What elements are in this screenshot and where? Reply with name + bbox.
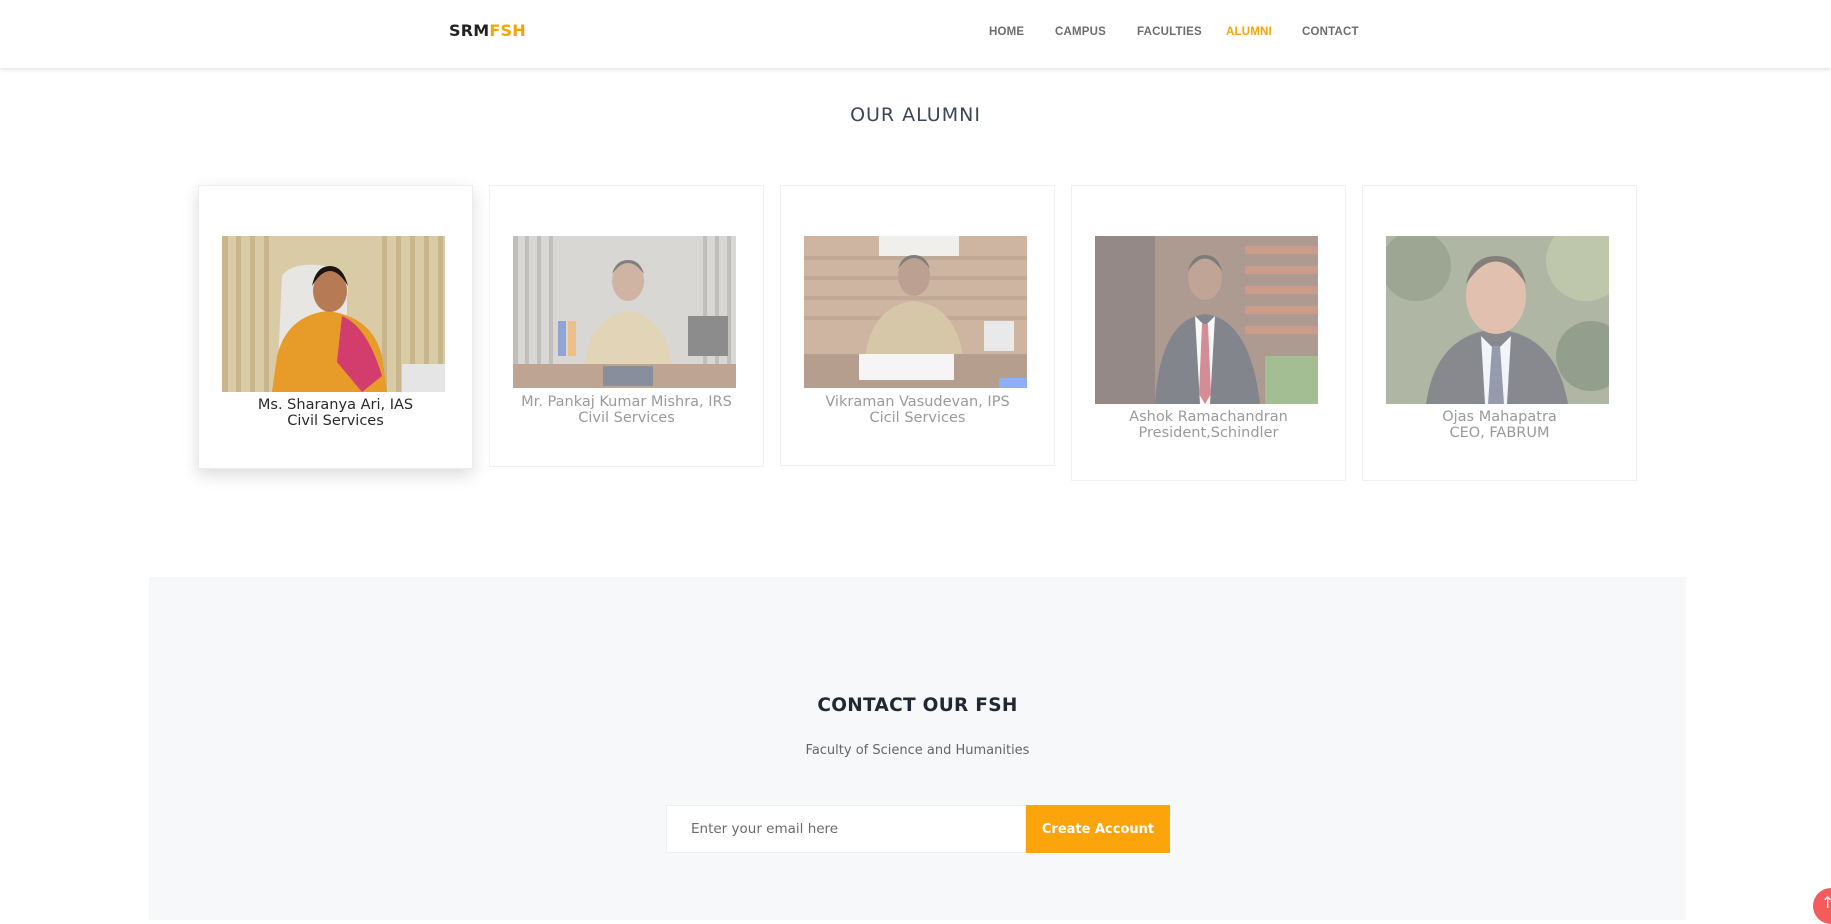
nav-home[interactable]: HOME — [989, 26, 1024, 38]
nav-faculties[interactable]: FACULTIES — [1137, 26, 1202, 38]
alumni-card[interactable]: Mr. Pankaj Kumar Mishra, IRS Civil Servi… — [489, 185, 764, 467]
alumni-name: Vikraman Vasudevan, IPS — [825, 394, 1010, 410]
alumni-card[interactable]: Vikraman Vasudevan, IPS Cicil Services — [780, 185, 1055, 466]
alumni-name: Ojas Mahapatra — [1442, 409, 1557, 425]
main-nav: HOME CAMPUS FACULTIES ALUMNI CONTACT — [0, 26, 1831, 42]
alumni-role: Cicil Services — [869, 410, 966, 426]
alumni-name: Mr. Pankaj Kumar Mishra, IRS — [521, 394, 732, 410]
scroll-to-top-button[interactable]: ↑ — [1813, 888, 1831, 924]
contact-title: CONTACT OUR FSH — [817, 695, 1018, 716]
contact-subtitle: Faculty of Science and Humanities — [805, 743, 1030, 758]
nav-campus[interactable]: CAMPUS — [1055, 26, 1106, 38]
arrow-up-icon: ↑ — [1821, 893, 1831, 912]
alumni-card[interactable]: Ashok Ramachandran President,Schindler — [1071, 185, 1346, 481]
man-in-suit-outdoor-photo — [1386, 236, 1609, 404]
alumni-section-title: OUR ALUMNI — [850, 104, 981, 126]
alumni-role: CEO, FABRUM — [1449, 425, 1550, 441]
alumni-role: Civil Services — [287, 413, 384, 429]
alumni-card[interactable]: Ojas Mahapatra CEO, FABRUM — [1362, 185, 1637, 481]
nav-contact[interactable]: CONTACT — [1302, 26, 1359, 38]
nav-alumni[interactable]: ALUMNI — [1226, 26, 1272, 38]
site-header: SRMFSH HOME CAMPUS FACULTIES ALUMNI CONT… — [0, 0, 1831, 68]
alumni-name: Ashok Ramachandran — [1129, 409, 1288, 425]
man-in-suit-photo — [1095, 236, 1318, 404]
officer-at-desk-photo — [513, 236, 736, 388]
contact-section: CONTACT OUR FSH Faculty of Science and H… — [149, 577, 1686, 920]
alumni-role: President,Schindler — [1138, 425, 1279, 441]
alumni-role: Civil Services — [578, 410, 675, 426]
woman-portrait-photo — [222, 236, 445, 392]
email-field[interactable] — [666, 805, 1026, 853]
alumni-card[interactable]: Ms. Sharanya Ari, IAS Civil Services — [198, 185, 473, 469]
create-account-button[interactable]: Create Account — [1026, 805, 1170, 853]
police-officer-at-desk-photo — [804, 236, 1027, 388]
alumni-name: Ms. Sharanya Ari, IAS — [257, 397, 414, 413]
